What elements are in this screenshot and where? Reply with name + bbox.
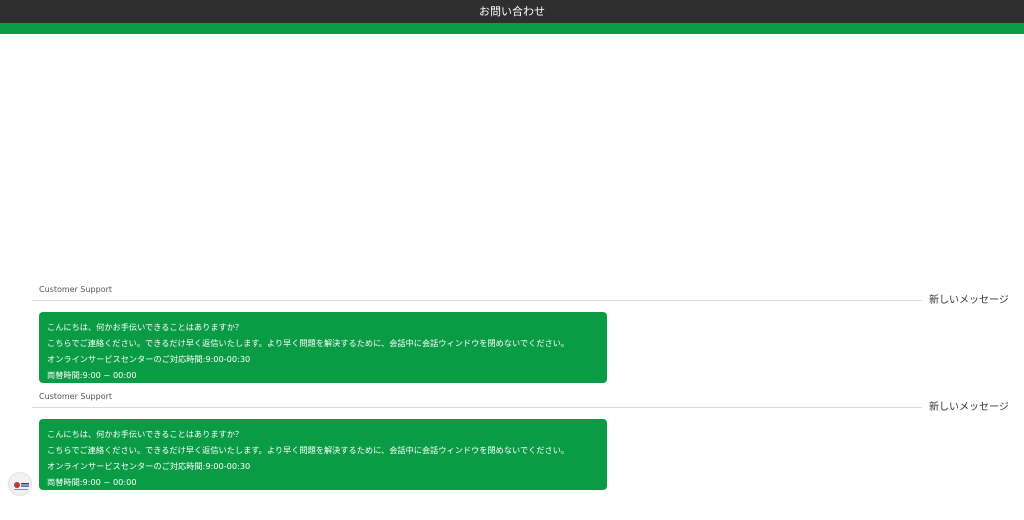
sender-name: Customer Support bbox=[39, 285, 113, 294]
message-bubble: こんにちは、何かお手伝いできることはありますか？ こちらでご連絡ください。できる… bbox=[39, 419, 607, 490]
new-message-label: 新しいメッセージ bbox=[929, 402, 1009, 413]
message-line: 両替時間:9:00 ~ 00:00 bbox=[47, 477, 137, 487]
support-logo-icon[interactable] bbox=[8, 472, 32, 496]
page-title: お問い合わせ bbox=[479, 5, 545, 18]
message-line: こちらでご連絡ください。できるだけ早く返信いたします。より早く問題を解決するため… bbox=[47, 338, 570, 348]
message-line: こちらでご連絡ください。できるだけ早く返信いたします。より早く問題を解決するため… bbox=[47, 445, 570, 455]
message-line: オンラインサービスセンターのご対応時間:9:00-00:30 bbox=[47, 354, 251, 364]
new-message-label: 新しいメッセージ bbox=[929, 295, 1009, 306]
message-line: こんにちは、何かお手伝いできることはありますか？ bbox=[47, 322, 244, 332]
new-message-divider bbox=[32, 407, 922, 408]
message-bubble: こんにちは、何かお手伝いできることはありますか？ こちらでご連絡ください。できる… bbox=[39, 312, 607, 383]
message-line: オンラインサービスセンターのご対応時間:9:00-00:30 bbox=[47, 461, 251, 471]
header-bar: お問い合わせ bbox=[0, 0, 1024, 23]
message-line: こんにちは、何かお手伝いできることはありますか？ bbox=[47, 429, 244, 439]
new-message-divider bbox=[32, 300, 922, 301]
message-line: 両替時間:9:00 ~ 00:00 bbox=[47, 370, 137, 380]
chat-area[interactable]: Customer Support 新しいメッセージ こんにちは、何かお手伝いでき… bbox=[0, 34, 1024, 520]
sender-name: Customer Support bbox=[39, 392, 113, 401]
accent-bar bbox=[0, 23, 1024, 34]
